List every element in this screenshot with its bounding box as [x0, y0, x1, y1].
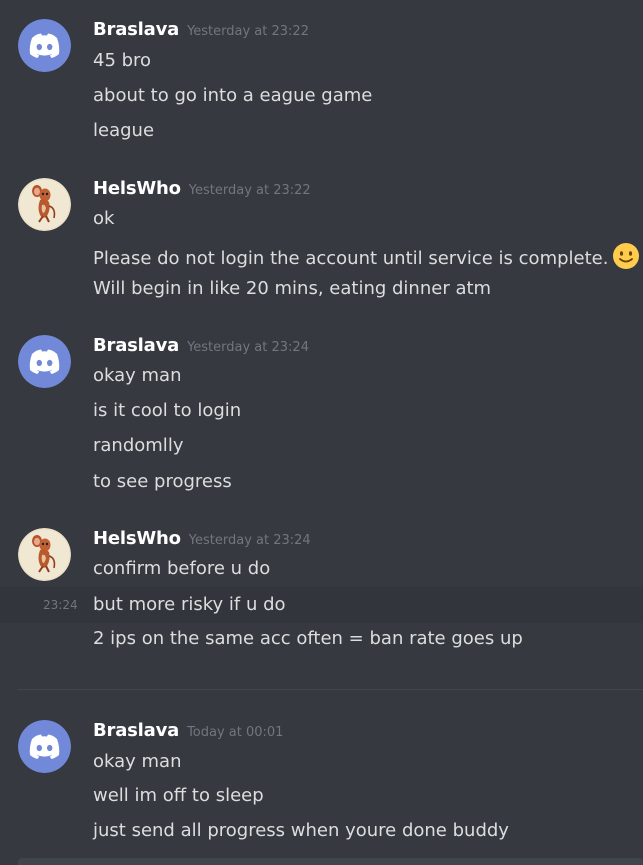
- avatar[interactable]: [18, 19, 71, 72]
- discord-logo-icon: [18, 335, 71, 388]
- message-text: ok: [93, 208, 115, 229]
- message-text: about to go into a eague game: [93, 85, 373, 106]
- message-text: league: [93, 120, 155, 141]
- message-divider: [18, 689, 643, 690]
- timestamp: Yesterday at 23:24: [187, 340, 309, 355]
- message-text-content: Please do not login the account until se…: [93, 248, 609, 269]
- username[interactable]: Braslava: [93, 335, 179, 356]
- avatar[interactable]: [18, 178, 71, 231]
- message-input-edge[interactable]: [18, 858, 643, 865]
- avatar[interactable]: [18, 720, 71, 773]
- cartoon-mouse-avatar-icon: [18, 528, 71, 581]
- message-text: to see progress: [93, 471, 232, 492]
- timestamp: Yesterday at 23:22: [187, 24, 309, 39]
- message-text: just send all progress when youre done b…: [93, 820, 509, 841]
- cartoon-mouse-avatar-icon: [18, 178, 71, 231]
- discord-logo-icon: [18, 19, 71, 72]
- message-text: is it cool to login: [93, 400, 242, 421]
- message-text: confirm before u do: [93, 558, 271, 579]
- username[interactable]: HelsWho: [93, 528, 181, 549]
- timestamp: Today at 00:01: [187, 725, 284, 740]
- message-text: but more risky if u do: [93, 594, 286, 615]
- discord-logo-icon: [18, 720, 71, 773]
- timestamp: Yesterday at 23:22: [188, 183, 311, 198]
- message-header: HelsWho Yesterday at 23:24: [93, 528, 311, 554]
- message-text: 2 ips on the same acc often = ban rate g…: [93, 628, 523, 649]
- avatar[interactable]: [18, 528, 71, 581]
- message-text: okay man: [93, 365, 182, 386]
- message-header: Braslava Yesterday at 23:24: [93, 335, 309, 361]
- avatar[interactable]: [18, 335, 71, 388]
- message-text: well im off to sleep: [93, 785, 264, 806]
- slightly-smiling-face-emoji-icon: [612, 242, 640, 278]
- username[interactable]: Braslava: [93, 720, 179, 741]
- message-text: Please do not login the account until se…: [93, 242, 640, 278]
- message-text: randomlly: [93, 435, 184, 456]
- message-text: 45 bro: [93, 50, 152, 71]
- message-header: HelsWho Yesterday at 23:22: [93, 178, 311, 204]
- message-text: Will begin in like 20 mins, eating dinne…: [93, 278, 492, 299]
- timestamp: Yesterday at 23:24: [188, 533, 311, 548]
- username[interactable]: HelsWho: [93, 178, 181, 199]
- chat-messages: Braslava Yesterday at 23:22 45 bro about …: [0, 0, 643, 865]
- hover-timestamp: 23:24: [43, 598, 78, 612]
- username[interactable]: Braslava: [93, 19, 179, 40]
- message-header: Braslava Today at 00:01: [93, 720, 283, 746]
- message-header: Braslava Yesterday at 23:22: [93, 19, 309, 45]
- message-text: okay man: [93, 751, 182, 772]
